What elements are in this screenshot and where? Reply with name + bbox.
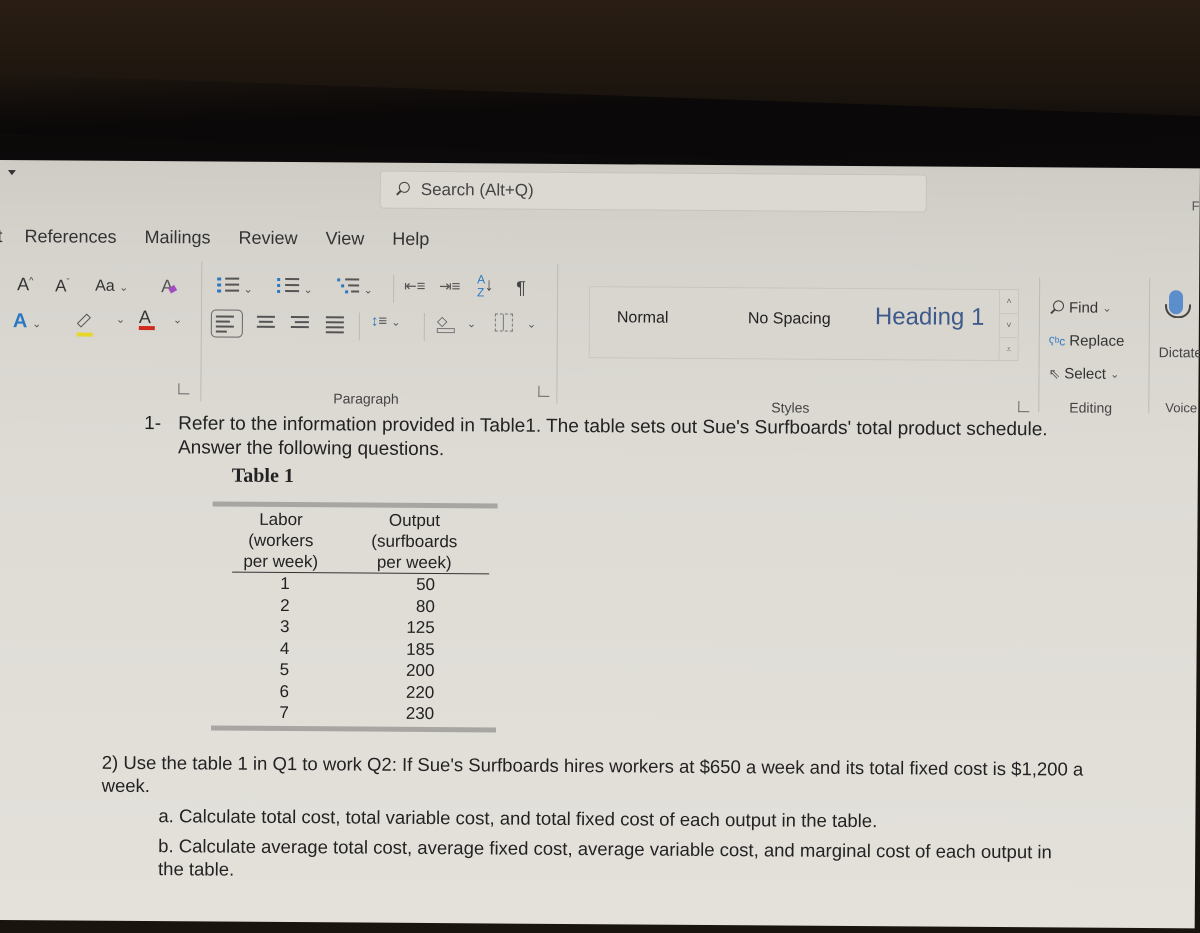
table-row: 1 50 — [280, 573, 436, 595]
tab-mailings[interactable]: Mailings — [144, 227, 210, 248]
question-1-number: 1- — [144, 413, 162, 435]
word-window: Search (Alt+Q) F t References Mailings R… — [0, 160, 1200, 929]
find-button[interactable]: Find ⌄ — [1049, 299, 1112, 316]
align-center-button[interactable] — [255, 315, 277, 333]
shading-button[interactable]: ⬦ — [436, 313, 455, 334]
tab-review[interactable]: Review — [238, 227, 298, 248]
highlight-swatch — [76, 332, 93, 337]
search-box[interactable]: Search (Alt+Q) — [379, 170, 927, 213]
align-right-button[interactable] — [289, 315, 311, 333]
question-2: 2) Use the table 1 in Q1 to work Q2: If … — [101, 751, 1084, 797]
table-body: 1 50 2 80 3 125 4 185 5 200 6 220 7 230 — [211, 572, 497, 724]
align-center-icon — [255, 315, 277, 333]
style-heading-1[interactable]: Heading 1 — [875, 303, 985, 332]
replace-button[interactable]: ʕᵇc Replace — [1048, 332, 1125, 349]
ribbon-tabs: t References Mailings Review View Help — [0, 218, 457, 257]
style-normal[interactable]: Normal — [617, 309, 669, 327]
table-title: Table 1 — [231, 464, 294, 488]
clear-formatting-button[interactable]: A — [161, 276, 178, 297]
document-body[interactable]: 1- Refer to the information provided in … — [0, 405, 1198, 933]
pilcrow-icon: ¶ — [516, 277, 526, 298]
styles-dialog-launcher-icon[interactable] — [1018, 401, 1030, 413]
highlight-color-button[interactable] — [76, 311, 93, 337]
bullets-button[interactable]: ⌄ — [217, 277, 253, 298]
decrease-indent-button[interactable]: ⇤≡ — [404, 277, 425, 295]
quick-access-dropdown-icon[interactable] — [7, 170, 16, 176]
search-placeholder: Search (Alt+Q) — [420, 179, 534, 200]
table-row: 5 200 — [279, 659, 435, 681]
numbering-icon — [277, 277, 300, 293]
line-spacing-button[interactable]: ↕≡ ⌄ — [371, 313, 401, 330]
table-row: 6 220 — [279, 681, 435, 702]
table-header: Labor (workers per week) Output (surfboa… — [232, 508, 490, 575]
justify-icon — [324, 315, 346, 334]
header-labor: Labor (workers per week) — [243, 509, 319, 572]
dictate-button[interactable]: Dictate — [1159, 344, 1200, 360]
grow-font-button[interactable]: A^ — [17, 274, 33, 295]
borders-dropdown[interactable]: ⌄ — [527, 318, 536, 331]
table-row: 3 125 — [279, 616, 435, 638]
title-bar: Search (Alt+Q) F — [0, 160, 1200, 223]
font-color-dropdown[interactable]: ⌄ — [173, 313, 182, 326]
justify-button[interactable] — [324, 315, 346, 334]
decrease-indent-icon: ⇤≡ — [404, 277, 426, 295]
styles-scroll[interactable]: ˄ ˅ ⩡ — [998, 289, 1019, 361]
production-table: Labor (workers per week) Output (surfboa… — [211, 501, 498, 732]
paint-bucket-icon: ⬦ — [436, 313, 448, 331]
show-formatting-button[interactable]: ¶ — [516, 278, 526, 299]
increase-indent-icon: ⇥≡ — [439, 278, 461, 296]
chevron-down-icon: ⌄ — [32, 318, 42, 331]
paragraph-group-label: Paragraph — [333, 390, 399, 407]
align-right-icon — [289, 315, 311, 333]
table-row: 4 185 — [279, 638, 435, 659]
search-icon — [395, 182, 411, 198]
expand-gallery-icon: ⩡ — [1006, 344, 1012, 355]
header-output: Output (surfboards per week) — [371, 510, 458, 573]
cursor-arrow-icon: ⇖ — [1048, 365, 1061, 382]
align-left-button[interactable] — [210, 309, 243, 338]
find-icon — [1049, 300, 1065, 316]
paragraph-dialog-launcher-icon[interactable] — [538, 385, 550, 397]
table-row: 7 230 — [279, 702, 435, 724]
bullets-icon — [217, 277, 240, 293]
styles-gallery: Normal No Spacing Heading 1 ˄ ˅ ⩡ — [588, 286, 1020, 362]
select-button[interactable]: ⇖ Select ⌄ — [1048, 365, 1119, 382]
question-1-text: Refer to the information provided in Tab… — [177, 413, 1048, 461]
tab-layout-partial[interactable]: t — [0, 225, 3, 246]
scroll-up-icon: ˄ — [999, 289, 1019, 315]
ribbon: A^ Aˇ Aa ⌄ A A ⌄ ⌄ A ⌄ ⌄ ⌄ ⌄ ⇤≡ ⇥≡ A Z↓ … — [0, 260, 1200, 416]
table-row: 2 80 — [280, 595, 435, 616]
style-no-spacing[interactable]: No Spacing — [748, 310, 831, 329]
scroll-down-icon: ˅ — [999, 313, 1018, 339]
numbering-button[interactable]: ⌄ — [277, 277, 313, 298]
change-case-button[interactable]: Aa ⌄ — [95, 278, 128, 296]
font-dialog-launcher-icon[interactable] — [178, 383, 190, 395]
shrink-font-button[interactable]: Aˇ — [55, 276, 69, 296]
borders-icon — [502, 314, 504, 331]
multilevel-list-button[interactable]: ⌄ — [337, 277, 373, 298]
highlighter-icon — [76, 313, 91, 328]
sort-button[interactable]: A Z↓ — [477, 272, 494, 299]
tab-help[interactable]: Help — [392, 228, 429, 249]
partial-label: F — [1191, 198, 1200, 214]
borders-button[interactable] — [494, 313, 513, 332]
group-divider — [200, 261, 203, 402]
font-color-button[interactable]: A — [138, 307, 155, 331]
question-1: 1- Refer to the information provided in … — [144, 412, 1064, 466]
question-2b: b. Calculate average total cost, average… — [157, 835, 1052, 880]
align-left-icon — [215, 315, 238, 333]
shading-dropdown[interactable]: ⌄ — [467, 317, 476, 330]
chevron-down-icon: ⌄ — [119, 281, 129, 294]
multilevel-list-icon — [337, 277, 360, 294]
increase-indent-button[interactable]: ⇥≡ — [439, 277, 460, 295]
text-effects-button[interactable]: A ⌄ — [13, 310, 42, 333]
highlight-dropdown[interactable]: ⌄ — [116, 313, 125, 326]
replace-icon: ʕᵇc — [1048, 333, 1066, 348]
tab-references[interactable]: References — [24, 226, 116, 248]
tab-view[interactable]: View — [326, 228, 365, 249]
line-spacing-icon: ↕≡ — [370, 312, 388, 330]
question-2a: a. Calculate total cost, total variable … — [158, 805, 878, 832]
